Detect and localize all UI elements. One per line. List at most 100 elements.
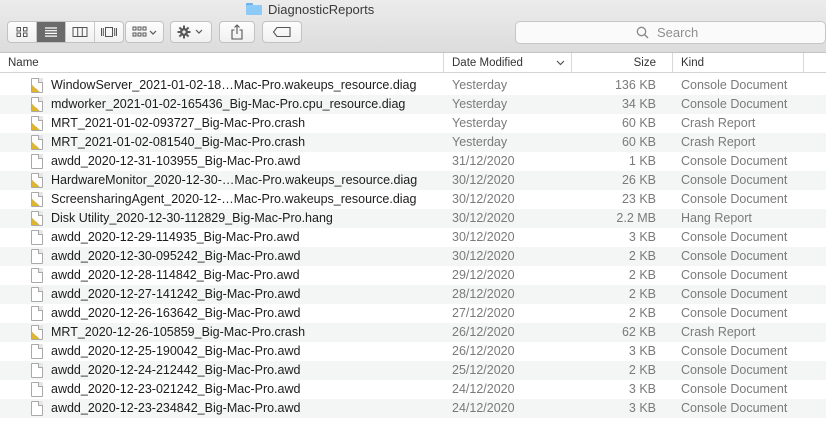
report-document-icon [31,78,43,93]
date-modified: Yesterday [452,135,508,149]
search-input[interactable] [655,24,819,41]
file-size: 136 KB [614,78,656,92]
icon-view-icon [16,27,28,37]
column-header-size-label: Size [633,56,656,69]
table-row[interactable]: awdd_2020-12-29-114935_Big-Mac-Pro.awd 30… [0,228,826,247]
column-header-name[interactable]: Name [0,53,444,72]
file-kind: Console Document [681,230,788,244]
date-modified: 24/12/2020 [452,401,515,415]
column-view-icon [72,27,88,37]
table-row[interactable]: awdd_2020-12-27-141242_Big-Mac-Pro.awd 28… [0,285,826,304]
file-name: awdd_2020-12-29-114935_Big-Mac-Pro.awd [51,230,300,244]
table-row[interactable]: awdd_2020-12-25-190042_Big-Mac-Pro.awd 26… [0,342,826,361]
table-row[interactable]: awdd_2020-12-23-234842_Big-Mac-Pro.awd 24… [0,399,826,418]
file-kind: Hang Report [681,211,752,225]
table-row[interactable]: HardwareMonitor_2020-12-30-…Mac-Pro.wake… [0,171,826,190]
action-menu-button[interactable] [170,21,212,43]
file-size: 60 KB [621,135,656,149]
tags-button[interactable] [262,21,302,43]
file-name: MRT_2021-01-02-081540_Big-Mac-Pro.crash [51,135,306,149]
column-header-date[interactable]: Date Modified [444,53,572,72]
table-row[interactable]: awdd_2020-12-28-114842_Big-Mac-Pro.awd 29… [0,266,826,285]
gallery-view-button[interactable] [95,22,123,42]
file-kind: Console Document [681,287,788,301]
search-field[interactable] [515,21,826,44]
list-view-icon [45,27,57,37]
file-size: 2 KB [628,363,656,377]
file-kind: Crash Report [681,116,756,130]
icon-view-button[interactable] [8,22,37,42]
column-header-kind[interactable]: Kind [673,53,804,72]
file-size: 3 KB [628,382,656,396]
column-header-kind-label: Kind [681,56,705,69]
file-name: MRT_2021-01-02-093727_Big-Mac-Pro.crash [51,116,306,130]
file-name: awdd_2020-12-28-114842_Big-Mac-Pro.awd [51,268,300,282]
file-kind: Console Document [681,97,788,111]
file-kind: Console Document [681,344,788,358]
table-row[interactable]: Disk Utility_2020-12-30-112829_Big-Mac-P… [0,209,826,228]
search-icon [636,26,649,39]
file-size: 26 KB [621,173,656,187]
window-title: DiagnosticReports [246,0,374,18]
file-size: 2 KB [628,306,656,320]
share-button[interactable] [219,21,255,43]
table-row[interactable]: awdd_2020-12-24-212442_Big-Mac-Pro.awd 25… [0,361,826,380]
gear-icon [177,25,203,39]
file-size: 2 KB [628,287,656,301]
file-name: Disk Utility_2020-12-30-112829_Big-Mac-P… [51,211,333,225]
file-size: 62 KB [621,325,656,339]
date-modified: 30/12/2020 [452,249,515,263]
column-header-date-label: Date Modified [452,56,523,69]
file-kind: Console Document [681,306,788,320]
document-icon [31,344,43,359]
document-icon [31,154,43,169]
report-document-icon [31,116,43,131]
file-size: 1 KB [628,154,656,168]
view-mode-switcher [7,21,124,43]
table-row[interactable]: MRT_2021-01-02-093727_Big-Mac-Pro.crash Y… [0,114,826,133]
column-view-button[interactable] [66,22,95,42]
report-document-icon [31,192,43,207]
table-row[interactable]: MRT_2020-12-26-105859_Big-Mac-Pro.crash 2… [0,323,826,342]
report-document-icon [31,325,43,340]
file-kind: Crash Report [681,135,756,149]
file-name: MRT_2020-12-26-105859_Big-Mac-Pro.crash [51,325,306,339]
finder-window: DiagnosticReports Search Name Date Modif… [0,0,826,422]
date-modified: 24/12/2020 [452,382,515,396]
table-row[interactable]: WindowServer_2021-01-02-18…Mac-Pro.wakeu… [0,76,826,95]
table-row[interactable]: MRT_2021-01-02-081540_Big-Mac-Pro.crash Y… [0,133,826,152]
column-header-name-label: Name [8,56,39,69]
file-name: HardwareMonitor_2020-12-30-…Mac-Pro.wake… [51,173,418,187]
column-header-size[interactable]: Size [572,53,673,72]
file-name: awdd_2020-12-30-095242_Big-Mac-Pro.awd [51,249,301,263]
table-row[interactable]: awdd_2020-12-23-021242_Big-Mac-Pro.awd 24… [0,380,826,399]
file-kind: Console Document [681,173,788,187]
file-name: awdd_2020-12-27-141242_Big-Mac-Pro.awd [51,287,301,301]
date-modified: 30/12/2020 [452,230,515,244]
document-icon [31,287,43,302]
toolbar: DiagnosticReports [0,0,826,53]
file-size: 3 KB [628,344,656,358]
file-size: 2 KB [628,249,656,263]
date-modified: 30/12/2020 [452,211,515,225]
group-by-button[interactable] [125,21,164,43]
document-icon [31,382,43,397]
date-modified: 30/12/2020 [452,173,515,187]
file-kind: Console Document [681,363,788,377]
file-kind: Console Document [681,154,788,168]
table-row[interactable]: ScreensharingAgent_2020-12-…Mac-Pro.wake… [0,190,826,209]
table-row[interactable]: awdd_2020-12-30-095242_Big-Mac-Pro.awd 30… [0,247,826,266]
report-document-icon [31,173,43,188]
file-size: 3 KB [628,401,656,415]
date-modified: Yesterday [452,116,508,130]
date-modified: Yesterday [452,97,508,111]
date-modified: 26/12/2020 [452,344,515,358]
file-name: awdd_2020-12-31-103955_Big-Mac-Pro.awd [51,154,301,168]
file-name: WindowServer_2021-01-02-18…Mac-Pro.wakeu… [51,78,417,92]
table-row[interactable]: awdd_2020-12-26-163642_Big-Mac-Pro.awd 27… [0,304,826,323]
gallery-view-icon [101,27,117,37]
table-row[interactable]: awdd_2020-12-31-103955_Big-Mac-Pro.awd 31… [0,152,826,171]
list-view-button[interactable] [37,22,66,42]
tag-icon [272,26,291,38]
table-row[interactable]: mdworker_2021-01-02-165436_Big-Mac-Pro.c… [0,95,826,114]
